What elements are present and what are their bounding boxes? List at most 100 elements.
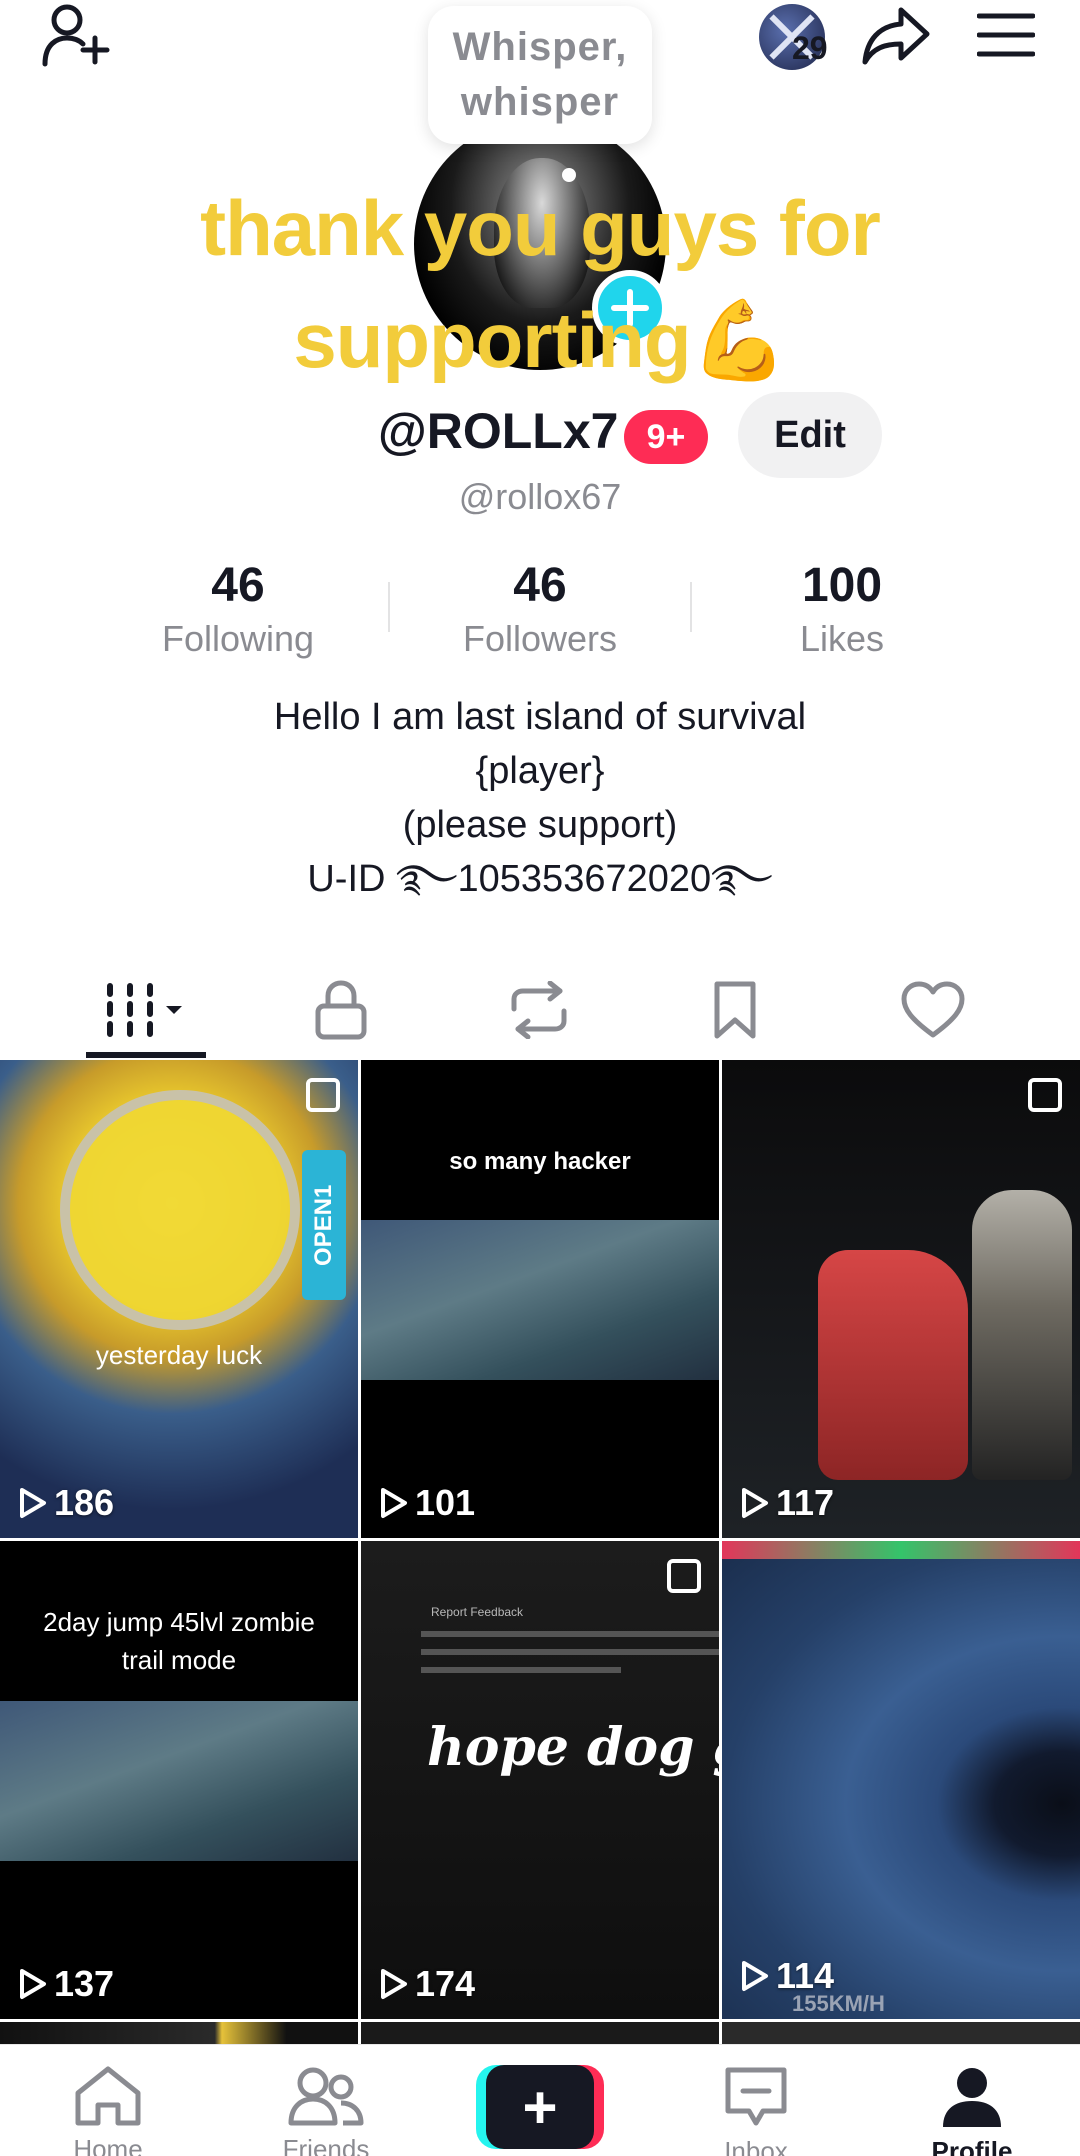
nav-inbox[interactable]: Inbox [676,2065,836,2156]
share-icon [862,7,930,65]
display-name: @ROLLx7 [378,403,619,459]
video-tile[interactable]: Report Feedback hope dog g 174 [361,1541,719,2019]
stat-followers[interactable]: 46 Followers [420,556,660,662]
doc-line [421,1631,719,1637]
view-count-value: 114 [776,1955,835,1996]
video-caption: yesterday luck [95,1340,263,1370]
character-shape [972,1190,1072,1480]
nav-profile-label: Profile [931,2136,1013,2156]
tab-favorites[interactable] [670,958,800,1062]
play-icon [742,1961,768,1991]
friends-icon [288,2067,364,2126]
video-tile[interactable] [0,2022,358,2046]
top-strip [722,1541,1080,1559]
likes-label: Likes [799,618,885,659]
hamburger-icon [977,13,1035,57]
notification-badge[interactable]: 9+ [624,410,708,464]
home-icon [75,2066,141,2126]
following-label: Following [161,618,315,659]
play-icon [20,1488,46,1518]
stat-divider [690,582,692,632]
profile-icon [943,2068,1001,2127]
content-tabs [0,958,1080,1062]
bio-line: {player} [475,750,605,792]
tab-videos[interactable] [82,958,212,1062]
gameplay-image [361,1220,719,1380]
active-tab-indicator [86,1052,206,1058]
video-caption: 2day jump 45lvl zombie trail mode [43,1607,315,1675]
add-friend-button[interactable] [36,0,116,70]
view-count-value: 186 [54,1482,115,1523]
view-count: 137 [18,1963,114,2005]
account-switcher[interactable]: 29 [742,2,842,72]
video-thumbnail [361,2022,719,2046]
tab-reposts[interactable] [474,958,604,1062]
video-grid: OPEN1 yesterday luck 186 so many hacker … [0,1060,1080,2046]
stat-divider [388,582,390,632]
video-caption: hope dog g [427,1717,719,1778]
video-thumbnail [722,2022,1080,2046]
video-tile[interactable] [361,2022,719,2046]
bio-line: (please support) [402,804,678,846]
video-tile[interactable]: so many hacker 101 [361,1060,719,1538]
inbox-icon [725,2067,787,2126]
create-plus-icon: + [486,2065,594,2149]
repost-icon [511,981,567,1039]
nav-friends[interactable]: Friends [246,2065,406,2156]
play-icon [742,1488,768,1518]
video-tile[interactable]: OPEN1 yesterday luck 186 [0,1060,358,1538]
tab-liked[interactable] [868,958,998,1062]
nav-inbox-label: Inbox [724,2136,788,2156]
video-tile[interactable]: 155KM/H 114 [722,1541,1080,2019]
video-thumbnail [0,2022,358,2046]
doc-line [421,1649,719,1655]
scooter-shape [818,1250,968,1480]
stat-following[interactable]: 46 Following [118,556,358,662]
multi-clip-icon [667,1559,701,1593]
video-thumbnail [361,1541,719,2019]
video-tile[interactable] [722,2022,1080,2046]
bio: Hello I am last island of survival {play… [0,690,1080,906]
followers-count: 46 [513,559,567,612]
bottom-navigation: Home Friends + Inbox Profile [0,2044,1080,2156]
heart-icon [901,981,965,1038]
bio-line: Hello I am last island of survival [273,696,807,738]
bio-line: U-ID ࿐105353672020࿐ [307,858,773,900]
nav-profile[interactable]: Profile [892,2065,1052,2156]
nav-home[interactable]: Home [28,2065,188,2156]
video-tile[interactable]: 117 [722,1060,1080,1538]
multi-clip-icon [1028,1078,1062,1112]
share-button[interactable] [856,0,936,70]
report-title: Report Feedback [431,1605,524,1619]
view-count-value: 101 [415,1482,476,1523]
add-user-icon [42,4,110,67]
lock-icon [315,980,367,1040]
menu-button[interactable] [966,0,1046,70]
view-count-value: 137 [54,1963,115,2004]
view-count: 186 [18,1482,114,1524]
bookmark-icon [714,981,756,1039]
side-label: OPEN1 [302,1150,346,1300]
nav-home-label: Home [73,2134,143,2156]
profile-caption-overlay: thank you guys for supporting💪 [200,184,881,384]
multi-clip-icon [306,1078,340,1112]
tab-private[interactable] [276,958,406,1062]
doc-line [421,1667,621,1673]
edit-profile-button[interactable]: Edit [738,392,882,478]
play-icon [20,1969,46,1999]
view-count: 174 [379,1963,475,2005]
video-tile[interactable]: 2day jump 45lvl zombie trail mode 137 [0,1541,358,2019]
account-badge-count: 29 [792,30,828,66]
view-count: 117 [740,1482,834,1524]
view-count-value: 174 [415,1963,476,2004]
create-button[interactable]: + [476,2065,604,2149]
stat-likes[interactable]: 100 Likes [722,556,962,662]
gameplay-image [0,1701,358,1861]
view-count: 114 [740,1955,834,1997]
video-thumbnail [722,1541,1080,2019]
following-count: 46 [211,559,265,612]
whisper-bubble[interactable]: Whisper, whisper [428,6,652,144]
play-icon [381,1969,407,1999]
view-count-value: 117 [776,1482,835,1523]
user-handle: @rollox67 [458,476,622,517]
